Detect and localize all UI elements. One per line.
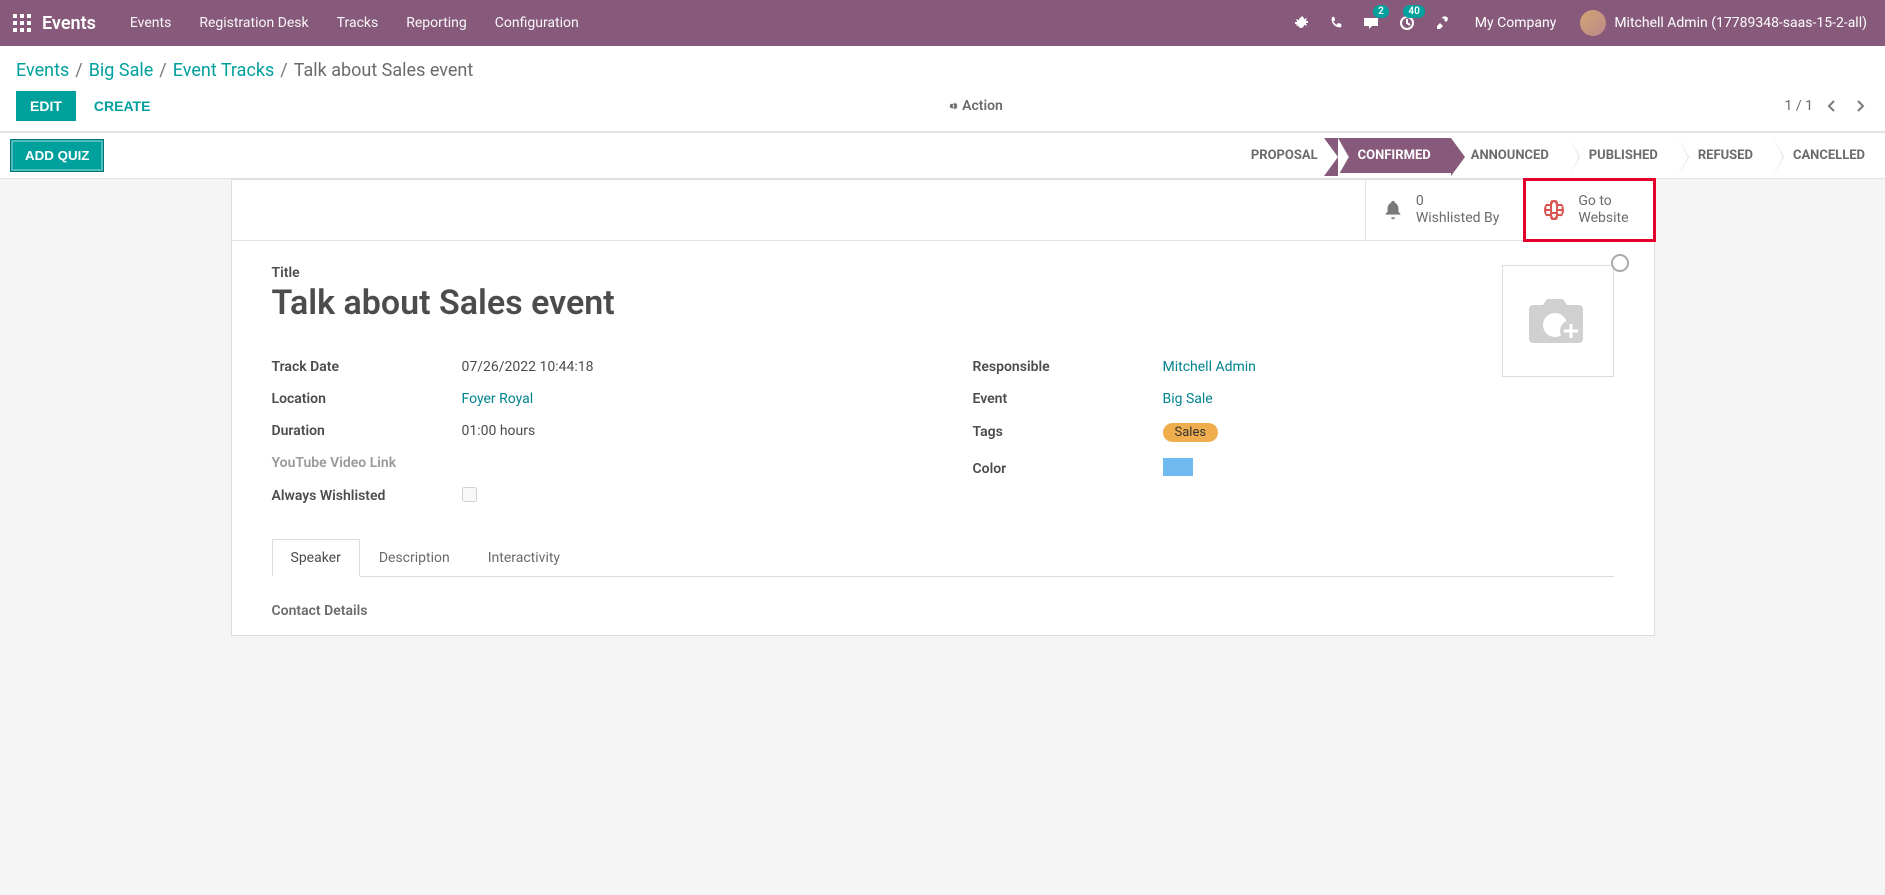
youtube-label: YouTube Video Link	[272, 455, 462, 471]
contact-details-heading: Contact Details	[272, 603, 1614, 619]
debug-icon[interactable]	[1283, 0, 1319, 46]
goto-l2: Website	[1578, 210, 1628, 226]
control-bar: Events/Big Sale/Event Tracks/Talk about …	[0, 46, 1885, 132]
tabs: Speaker Description Interactivity	[272, 538, 1614, 577]
track-date-label: Track Date	[272, 359, 462, 375]
globe-icon	[1542, 198, 1566, 222]
event-label: Event	[973, 391, 1163, 407]
nav-tracks[interactable]: Tracks	[323, 0, 393, 46]
status-bubble	[1611, 254, 1629, 272]
create-button[interactable]: CREATE	[80, 91, 165, 121]
status-confirmed[interactable]: CONFIRMED	[1338, 138, 1451, 173]
wishlisted-stat-button[interactable]: 0Wishlisted By	[1365, 180, 1524, 240]
status-row: ADD QUIZ PROPOSAL CONFIRMED ANNOUNCED PU…	[0, 132, 1885, 179]
image-placeholder[interactable]	[1502, 265, 1614, 377]
user-avatar	[1580, 10, 1606, 36]
nav-configuration[interactable]: Configuration	[481, 0, 593, 46]
app-name[interactable]: Events	[42, 13, 96, 34]
pager: 1 / 1	[1785, 95, 1869, 117]
tab-speaker[interactable]: Speaker	[272, 539, 360, 577]
nav-registration-desk[interactable]: Registration Desk	[185, 0, 322, 46]
pager-prev[interactable]	[1823, 95, 1841, 117]
activities-badge: 40	[1403, 5, 1424, 18]
status-refused[interactable]: REFUSED	[1678, 138, 1773, 173]
breadcrumb-root[interactable]: Events	[16, 60, 69, 81]
topbar: Events Events Registration Desk Tracks R…	[0, 0, 1885, 46]
action-menu[interactable]: Action	[946, 98, 1003, 114]
statusbar: PROPOSAL CONFIRMED ANNOUNCED PUBLISHED R…	[1231, 138, 1885, 173]
status-announced[interactable]: ANNOUNCED	[1451, 138, 1569, 173]
wishlisted-count: 0	[1416, 193, 1500, 210]
tab-description[interactable]: Description	[360, 539, 469, 577]
tag-sales: Sales	[1163, 423, 1219, 442]
title-value: Talk about Sales event	[272, 283, 1614, 323]
button-box: 0Wishlisted By Go toWebsite	[232, 180, 1654, 241]
pager-text: 1 / 1	[1785, 98, 1813, 114]
pager-next[interactable]	[1851, 95, 1869, 117]
status-proposal[interactable]: PROPOSAL	[1231, 138, 1338, 173]
messages-icon[interactable]: 2	[1353, 0, 1389, 46]
tab-interactivity[interactable]: Interactivity	[469, 539, 579, 577]
action-label: Action	[962, 98, 1003, 114]
goto-l1: Go to	[1578, 193, 1628, 210]
go-to-website-button[interactable]: Go toWebsite	[1523, 178, 1655, 242]
wishlisted-label: Wishlisted By	[1416, 210, 1500, 226]
responsible-value[interactable]: Mitchell Admin	[1163, 359, 1256, 375]
activities-icon[interactable]: 40	[1389, 0, 1425, 46]
tags-label: Tags	[973, 424, 1163, 440]
apps-menu-icon[interactable]	[8, 9, 36, 37]
camera-icon	[1523, 291, 1593, 351]
nav-events[interactable]: Events	[116, 0, 185, 46]
color-swatch	[1163, 458, 1193, 476]
location-value[interactable]: Foyer Royal	[462, 391, 534, 407]
tools-icon[interactable]	[1425, 0, 1461, 46]
breadcrumb-bigsale[interactable]: Big Sale	[89, 60, 154, 81]
color-label: Color	[973, 461, 1163, 477]
messages-badge: 2	[1373, 5, 1389, 18]
breadcrumb-current: Talk about Sales event	[294, 60, 474, 81]
tab-content: Contact Details	[272, 577, 1614, 619]
event-value[interactable]: Big Sale	[1163, 391, 1213, 407]
duration-label: Duration	[272, 423, 462, 439]
track-date-value: 07/26/2022 10:44:18	[462, 359, 594, 375]
responsible-label: Responsible	[973, 359, 1163, 375]
always-wishlisted-label: Always Wishlisted	[272, 488, 462, 504]
add-quiz-button[interactable]: ADD QUIZ	[10, 139, 104, 172]
always-wishlisted-checkbox[interactable]	[462, 487, 477, 502]
bell-icon	[1382, 199, 1404, 221]
form-sheet: 0Wishlisted By Go toWebsite Title Talk a…	[231, 179, 1655, 636]
title-block: Title Talk about Sales event	[272, 265, 1614, 323]
breadcrumb-eventtracks[interactable]: Event Tracks	[173, 60, 275, 81]
title-label: Title	[272, 265, 1614, 281]
status-published[interactable]: PUBLISHED	[1569, 138, 1678, 173]
location-label: Location	[272, 391, 462, 407]
duration-value: 01:00 hours	[462, 423, 536, 439]
edit-button[interactable]: EDIT	[16, 91, 76, 121]
sheet-wrap: 0Wishlisted By Go toWebsite Title Talk a…	[0, 179, 1885, 676]
nav-reporting[interactable]: Reporting	[392, 0, 481, 46]
status-cancelled[interactable]: CANCELLED	[1773, 138, 1885, 173]
user-menu[interactable]: Mitchell Admin (17789348-saas-15-2-all)	[1570, 10, 1877, 36]
breadcrumbs: Events/Big Sale/Event Tracks/Talk about …	[16, 56, 1869, 87]
form-grid: Track Date07/26/2022 10:44:18 LocationFo…	[272, 351, 1614, 514]
company-selector[interactable]: My Company	[1461, 15, 1571, 31]
phone-icon[interactable]	[1319, 0, 1353, 46]
user-name: Mitchell Admin (17789348-saas-15-2-all)	[1614, 15, 1867, 31]
sheet-body: Title Talk about Sales event Track Date0…	[232, 241, 1654, 635]
left-column: Track Date07/26/2022 10:44:18 LocationFo…	[272, 351, 913, 514]
controls-row: EDIT CREATE Action 1 / 1	[16, 87, 1869, 131]
